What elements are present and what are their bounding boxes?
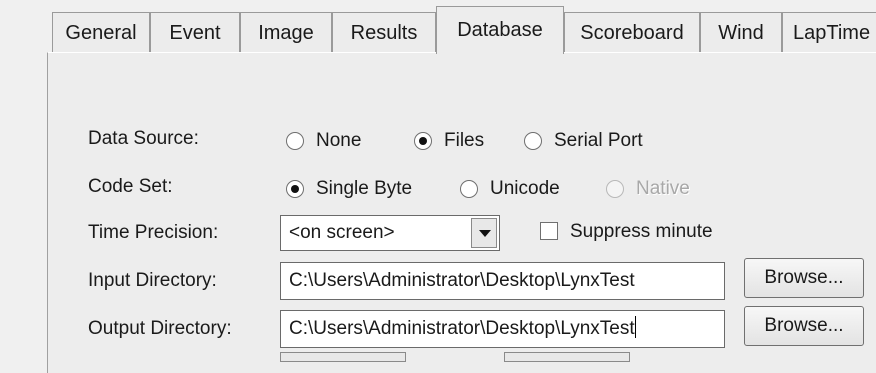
tab-database[interactable]: Database [436, 6, 564, 54]
text-caret [634, 316, 636, 338]
tab-general[interactable]: General [52, 12, 150, 52]
tab-image[interactable]: Image [240, 12, 332, 52]
data-source-files-label[interactable]: Files [444, 130, 484, 152]
tab-laptime[interactable]: LapTime [782, 12, 876, 52]
chevron-down-icon[interactable] [471, 218, 497, 248]
output-directory-field[interactable]: C:\Users\Administrator\Desktop\LynxTest [280, 310, 725, 348]
suppress-minute-label[interactable]: Suppress minute [570, 221, 713, 243]
time-precision-value: <on screen> [289, 222, 395, 243]
input-browse-button[interactable]: Browse... [744, 258, 864, 298]
data-source-files-radio[interactable] [414, 132, 432, 150]
data-source-none-label[interactable]: None [316, 130, 361, 152]
tab-scoreboard[interactable]: Scoreboard [564, 12, 700, 52]
data-source-label: Data Source: [88, 128, 199, 149]
tab-wind[interactable]: Wind [700, 12, 782, 52]
code-set-label: Code Set: [88, 176, 173, 197]
input-directory-value: C:\Users\Administrator\Desktop\LynxTest [289, 270, 635, 291]
code-set-single-byte-radio[interactable] [286, 180, 304, 198]
data-source-none-radio[interactable] [286, 132, 304, 150]
time-precision-label: Time Precision: [88, 222, 219, 243]
data-source-serial-port-radio[interactable] [524, 132, 542, 150]
tab-event[interactable]: Event [150, 12, 240, 52]
time-precision-select[interactable]: <on screen> [280, 215, 500, 251]
partial-button[interactable] [280, 352, 406, 362]
partial-button[interactable] [504, 352, 630, 362]
input-directory-label: Input Directory: [88, 270, 217, 291]
code-set-native-label: Native [636, 178, 690, 199]
code-set-native-radio [606, 180, 624, 198]
tab-results[interactable]: Results [332, 12, 436, 52]
code-set-unicode-radio[interactable] [460, 180, 478, 198]
output-directory-label: Output Directory: [88, 318, 232, 339]
code-set-unicode-label[interactable]: Unicode [490, 178, 560, 200]
output-directory-value: C:\Users\Administrator\Desktop\LynxTest [289, 318, 635, 339]
data-source-serial-port-label[interactable]: Serial Port [554, 130, 643, 152]
suppress-minute-checkbox[interactable] [540, 222, 558, 240]
input-directory-field[interactable]: C:\Users\Administrator\Desktop\LynxTest [280, 262, 725, 300]
code-set-single-byte-label[interactable]: Single Byte [316, 178, 412, 200]
output-browse-button[interactable]: Browse... [744, 306, 864, 346]
